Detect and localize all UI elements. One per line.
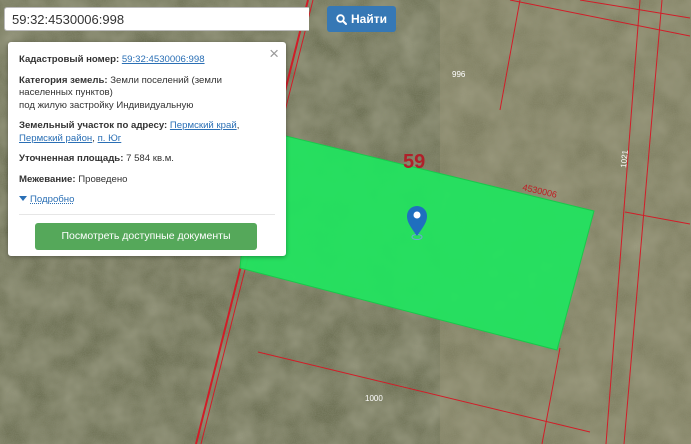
address-row: Земельный участок по адресу: Пермский кр… bbox=[19, 120, 240, 144]
address-link-district[interactable]: Пермский район bbox=[19, 133, 92, 144]
parcel-info-card: × Кадастровый номер: 59:32:4530006:998 К… bbox=[8, 42, 286, 256]
address-link-region[interactable]: Пермский край bbox=[170, 120, 237, 131]
land-category-row: Категория земель: Земли поселений (земли… bbox=[19, 75, 274, 113]
search-gap bbox=[309, 7, 327, 32]
view-documents-button[interactable]: Посмотреть доступные документы bbox=[35, 222, 257, 250]
details-toggle[interactable]: Подробно bbox=[19, 194, 274, 207]
survey-label: Межевание: bbox=[19, 173, 76, 185]
cadastral-number-row: Кадастровый номер: 59:32:4530006:998 bbox=[19, 54, 274, 67]
caret-down-icon bbox=[19, 194, 27, 207]
area-value: 7 584 кв.м. bbox=[126, 153, 174, 164]
search-input[interactable] bbox=[4, 7, 309, 31]
cadastral-number-link[interactable]: 59:32:4530006:998 bbox=[122, 54, 205, 65]
search-bar: Найти bbox=[4, 6, 396, 32]
cadastral-number-label: Кадастровый номер: bbox=[19, 54, 120, 65]
area-row: Уточненная площадь: 7 584 кв.м. bbox=[19, 153, 274, 166]
search-button[interactable]: Найти bbox=[327, 6, 396, 32]
parcel-label-996: 996 bbox=[452, 70, 466, 79]
area-label: Уточненная площадь: bbox=[19, 153, 124, 164]
card-divider bbox=[19, 213, 275, 215]
land-category-label: Категория земель: bbox=[19, 74, 108, 86]
close-icon[interactable]: × bbox=[269, 45, 279, 62]
address-label: Земельный участок по адресу: bbox=[19, 120, 168, 131]
details-link[interactable]: Подробно bbox=[30, 194, 74, 207]
survey-row: Межевание: Проведено bbox=[19, 174, 274, 187]
parcel-label-1000: 1000 bbox=[365, 394, 383, 403]
region-label: 59 bbox=[403, 151, 425, 173]
survey-value: Проведено bbox=[78, 173, 128, 185]
search-icon bbox=[336, 13, 347, 25]
search-button-label: Найти bbox=[351, 12, 387, 26]
parcel-label-1021: 1021 bbox=[619, 149, 630, 168]
land-category-note: под жилую застройку Индивидуальную bbox=[19, 99, 194, 111]
address-link-settlement[interactable]: п. Юг bbox=[98, 133, 122, 144]
